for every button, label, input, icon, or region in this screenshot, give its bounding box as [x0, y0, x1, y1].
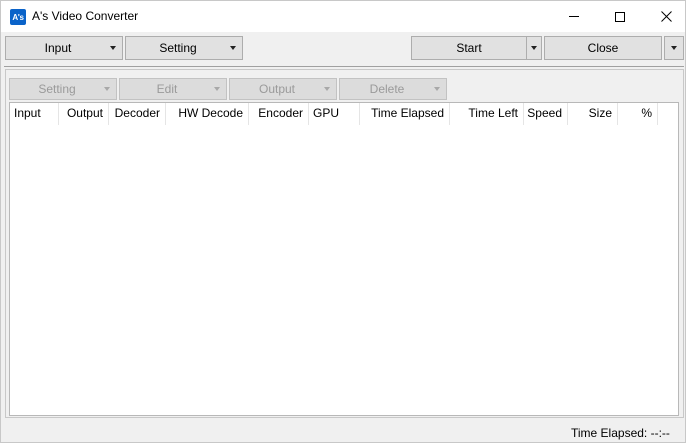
- minimize-button[interactable]: [551, 1, 597, 32]
- toolbar-divider: [4, 66, 684, 67]
- table-header: Input Output Decoder HW Decode Encoder G…: [10, 103, 678, 125]
- column-header-speed[interactable]: Speed: [524, 103, 568, 125]
- chevron-down-icon: [671, 46, 677, 50]
- close-window-button[interactable]: [643, 1, 686, 32]
- job-edit-button[interactable]: Edit: [119, 78, 227, 100]
- job-setting-label: Setting: [38, 82, 76, 96]
- job-delete-label: Delete: [369, 82, 405, 96]
- chevron-down-icon: [230, 46, 236, 50]
- column-header-input[interactable]: Input: [10, 103, 59, 125]
- column-header-gpu[interactable]: GPU: [309, 103, 360, 125]
- column-header-time-left[interactable]: Time Left: [450, 103, 524, 125]
- chevron-down-icon: [324, 87, 330, 91]
- job-list-table[interactable]: Input Output Decoder HW Decode Encoder G…: [9, 102, 679, 416]
- setting-menu-label: Setting: [159, 41, 197, 55]
- input-menu-button[interactable]: Input: [5, 36, 123, 60]
- input-menu-label: Input: [44, 41, 72, 55]
- chevron-down-icon: [104, 87, 110, 91]
- setting-menu-button[interactable]: Setting: [125, 36, 243, 60]
- column-header-hw-decode[interactable]: HW Decode: [166, 103, 249, 125]
- job-delete-button[interactable]: Delete: [339, 78, 447, 100]
- chevron-down-icon: [531, 46, 537, 50]
- maximize-button[interactable]: [597, 1, 643, 32]
- column-header-decoder[interactable]: Decoder: [109, 103, 166, 125]
- chevron-down-icon: [110, 46, 116, 50]
- column-header-output[interactable]: Output: [59, 103, 109, 125]
- column-header-percent[interactable]: %: [618, 103, 658, 125]
- minimize-icon: [569, 16, 579, 17]
- close-label: Close: [587, 41, 619, 55]
- start-label: Start: [456, 41, 482, 55]
- close-dropdown-button[interactable]: [664, 36, 684, 60]
- title-bar: A's A's Video Converter: [1, 1, 685, 32]
- chevron-down-icon: [434, 87, 440, 91]
- start-dropdown-button[interactable]: [526, 36, 542, 60]
- close-icon: [660, 11, 672, 22]
- maximize-icon: [615, 11, 625, 22]
- job-panel: Setting Edit Output Delete Input Output …: [5, 69, 684, 418]
- chevron-down-icon: [214, 87, 220, 91]
- column-header-encoder[interactable]: Encoder: [249, 103, 309, 125]
- app-window: A's A's Video Converter Input Setting St…: [0, 0, 686, 443]
- start-button[interactable]: Start: [411, 36, 527, 60]
- column-header-time-elapsed[interactable]: Time Elapsed: [360, 103, 450, 125]
- job-output-button[interactable]: Output: [229, 78, 337, 100]
- job-output-label: Output: [258, 82, 296, 96]
- window-title: A's Video Converter: [32, 9, 139, 23]
- status-time-elapsed: Time Elapsed: --:--: [571, 426, 670, 440]
- job-setting-button[interactable]: Setting: [9, 78, 117, 100]
- close-button[interactable]: Close: [544, 36, 662, 60]
- column-header-size[interactable]: Size: [568, 103, 618, 125]
- app-logo-icon: A's: [10, 9, 26, 25]
- job-edit-label: Edit: [156, 82, 178, 96]
